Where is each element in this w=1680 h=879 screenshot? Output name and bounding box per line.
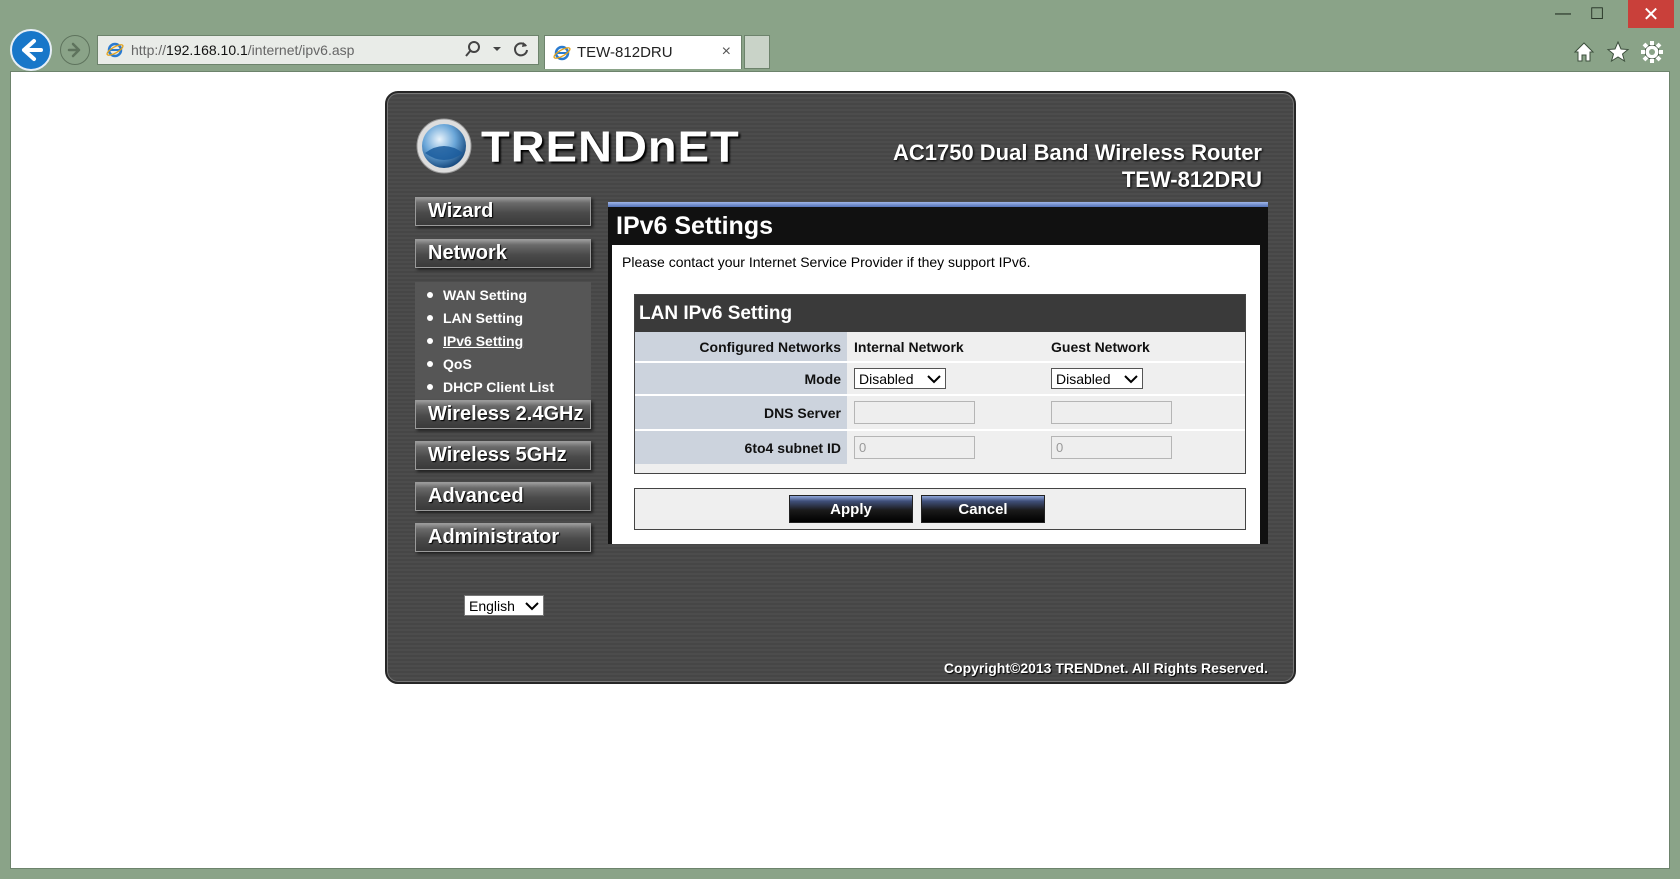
subnav-label: DHCP Client List <box>443 379 554 395</box>
network-submenu: WAN Setting LAN Setting IPv6 Setting QoS… <box>415 282 591 410</box>
guest-subnet-id-input[interactable]: 0 <box>1051 436 1172 459</box>
internal-subnet-id-input[interactable]: 0 <box>854 436 975 459</box>
cancel-button[interactable]: Cancel <box>921 495 1045 523</box>
arrow-right-icon <box>67 42 81 58</box>
subnav-label: LAN Setting <box>443 310 524 326</box>
language-select[interactable]: English <box>464 595 544 616</box>
router-panel: TRENDnET AC1750 Dual Band Wireless Route… <box>385 91 1296 684</box>
chevron-down-icon <box>1124 374 1138 383</box>
nav-wireless-5ghz-button[interactable]: Wireless 5GHz <box>415 441 591 470</box>
configured-networks-label: Configured Networks <box>635 332 847 361</box>
subnav-label: WAN Setting <box>443 287 527 303</box>
url-path: /internet/ipv6.asp <box>247 42 355 58</box>
dropdown-arrow-icon[interactable] <box>492 40 502 58</box>
arrow-left-icon <box>22 39 43 61</box>
lan-ipv6-section: LAN IPv6 Setting Configured Networks Int… <box>634 294 1246 474</box>
gear-icon[interactable] <box>1638 38 1666 66</box>
bullet-icon <box>427 315 433 321</box>
tab-title: TEW-812DRU <box>577 44 673 61</box>
logo-text: TRENDnET <box>481 121 740 171</box>
page-viewport: TRENDnET AC1750 Dual Band Wireless Route… <box>10 71 1670 869</box>
copyright-text: Copyright©2013 TRENDnet. All Rights Rese… <box>943 660 1268 676</box>
ie-logo-icon <box>106 42 124 58</box>
search-icon[interactable] <box>464 40 482 58</box>
language-value: English <box>469 597 515 614</box>
apply-button[interactable]: Apply <box>789 495 913 523</box>
trendnet-logo: TRENDnET <box>415 117 740 175</box>
nav-advanced-button[interactable]: Advanced <box>415 482 591 511</box>
internal-dns-input[interactable] <box>854 401 975 424</box>
favorites-star-icon[interactable] <box>1604 38 1632 66</box>
subnav-label: QoS <box>443 356 472 372</box>
subnav-lan-setting[interactable]: LAN Setting <box>427 310 523 326</box>
maximize-button[interactable]: ☐ <box>1580 0 1614 28</box>
back-button[interactable] <box>10 29 52 71</box>
url-host: 192.168.10.1 <box>166 42 248 58</box>
select-value: Disabled <box>1056 370 1111 387</box>
bullet-icon <box>427 384 433 390</box>
chevron-down-icon <box>525 601 539 610</box>
bullet-icon <box>427 338 433 344</box>
home-icon[interactable] <box>1570 38 1598 66</box>
chevron-down-icon <box>927 374 941 383</box>
product-line: AC1750 Dual Band Wireless Router <box>892 140 1262 165</box>
isp-notice: Please contact your Internet Service Pro… <box>622 254 1031 270</box>
new-tab-button[interactable] <box>744 35 770 69</box>
nav-wireless-24ghz-button[interactable]: Wireless 2.4GHz <box>415 400 591 429</box>
trendnet-globe-icon <box>416 118 472 174</box>
internal-network-header: Internal Network <box>854 338 964 355</box>
minimize-button[interactable]: — <box>1546 0 1580 28</box>
forward-button[interactable] <box>60 35 90 65</box>
bullet-icon <box>427 292 433 298</box>
internal-mode-select[interactable]: Disabled <box>854 368 946 389</box>
row-6to4-subnet: 6to4 subnet ID 0 0 <box>635 431 1245 464</box>
guest-mode-select[interactable]: Disabled <box>1051 368 1143 389</box>
row-configured-networks: Configured Networks Internal Network Gue… <box>635 332 1245 361</box>
browser-tab[interactable]: TEW-812DRU × <box>544 35 742 69</box>
ie-logo-icon <box>553 45 571 60</box>
subnav-qos[interactable]: QoS <box>427 356 472 372</box>
dns-server-label: DNS Server <box>635 396 847 429</box>
product-title: AC1750 Dual Band Wireless Router TEW-812… <box>893 139 1262 193</box>
subnav-wan-setting[interactable]: WAN Setting <box>427 287 527 303</box>
guest-network-header: Guest Network <box>1051 338 1150 355</box>
close-window-button[interactable]: ✕ <box>1628 0 1674 28</box>
bullet-icon <box>427 361 433 367</box>
browser-chrome: — ☐ ✕ http://192.168.10.1/internet/ipv6.… <box>0 0 1680 71</box>
guest-dns-input[interactable] <box>1051 401 1172 424</box>
tab-close-icon[interactable]: × <box>722 43 731 61</box>
subnet-id-label: 6to4 subnet ID <box>635 431 847 464</box>
action-bar: Apply Cancel <box>634 488 1246 530</box>
row-dns-server: DNS Server <box>635 396 1245 429</box>
subnav-label: IPv6 Setting <box>443 333 524 349</box>
url-prefix: http:// <box>131 42 167 58</box>
subnav-ipv6-setting[interactable]: IPv6 Setting <box>427 333 523 349</box>
select-value: Disabled <box>859 370 914 387</box>
section-title: LAN IPv6 Setting <box>635 295 1245 332</box>
refresh-icon[interactable] <box>512 40 530 58</box>
nav-network-button[interactable]: Network <box>415 239 591 268</box>
mode-label: Mode <box>635 363 847 394</box>
nav-wizard-button[interactable]: Wizard <box>415 197 591 226</box>
address-bar[interactable]: http://192.168.10.1/internet/ipv6.asp <box>97 35 539 65</box>
main-content: IPv6 Settings Please contact your Intern… <box>608 202 1268 544</box>
subnav-dhcp-client-list[interactable]: DHCP Client List <box>427 379 554 395</box>
page-title: IPv6 Settings <box>616 211 773 240</box>
nav-administrator-button[interactable]: Administrator <box>415 523 591 552</box>
row-mode: Mode Disabled Disabled <box>635 363 1245 394</box>
content-body: Please contact your Internet Service Pro… <box>612 245 1260 544</box>
product-model: TEW-812DRU <box>1121 167 1262 192</box>
